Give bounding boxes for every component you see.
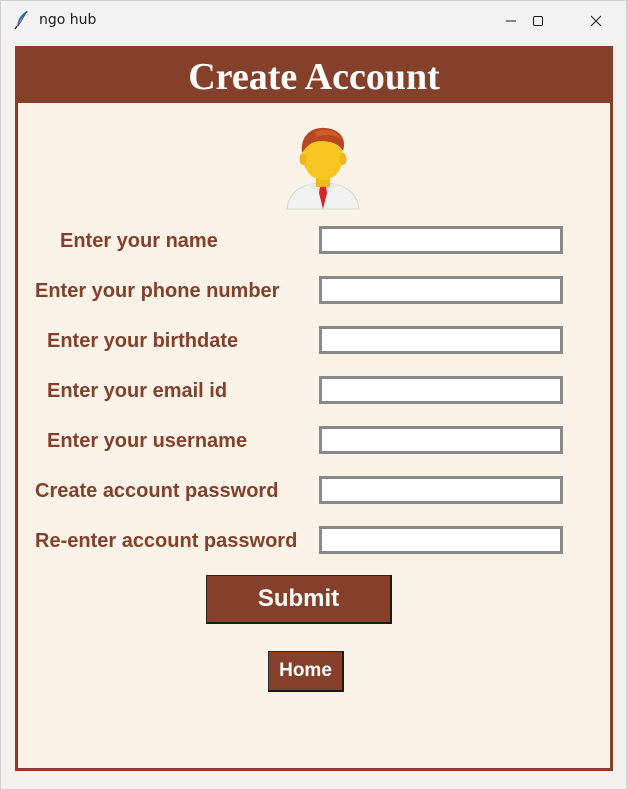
username-input[interactable] xyxy=(319,426,563,454)
app-window: ngo hub Create Account Enter your name E… xyxy=(0,0,627,790)
window-title: ngo hub xyxy=(39,12,97,28)
birthdate-label: Enter your birthdate xyxy=(47,330,239,352)
password-input[interactable] xyxy=(319,476,563,504)
submit-button[interactable]: Submit xyxy=(206,575,392,624)
name-label: Enter your name xyxy=(60,230,218,252)
create-account-panel: Create Account Enter your name Enter you… xyxy=(15,46,613,771)
birthdate-input[interactable] xyxy=(319,326,563,354)
home-button[interactable]: Home xyxy=(268,651,344,692)
email-input[interactable] xyxy=(319,376,563,404)
confirm-password-label: Re-enter account password xyxy=(35,530,298,552)
phone-number-label: Enter your phone number xyxy=(35,280,280,302)
feather-icon xyxy=(14,10,28,30)
maximize-button[interactable] xyxy=(515,1,561,41)
user-avatar-icon xyxy=(286,127,360,210)
page-title: Create Account xyxy=(18,49,610,103)
close-button[interactable] xyxy=(573,1,619,41)
confirm-password-input[interactable] xyxy=(319,526,563,554)
close-icon xyxy=(590,15,602,27)
phone-number-input[interactable] xyxy=(319,276,563,304)
username-label: Enter your username xyxy=(47,430,248,452)
name-input[interactable] xyxy=(319,226,563,254)
maximize-icon xyxy=(533,16,543,26)
title-bar[interactable]: ngo hub xyxy=(1,1,626,41)
password-label: Create account password xyxy=(35,480,279,502)
email-label: Enter your email id xyxy=(47,380,228,402)
